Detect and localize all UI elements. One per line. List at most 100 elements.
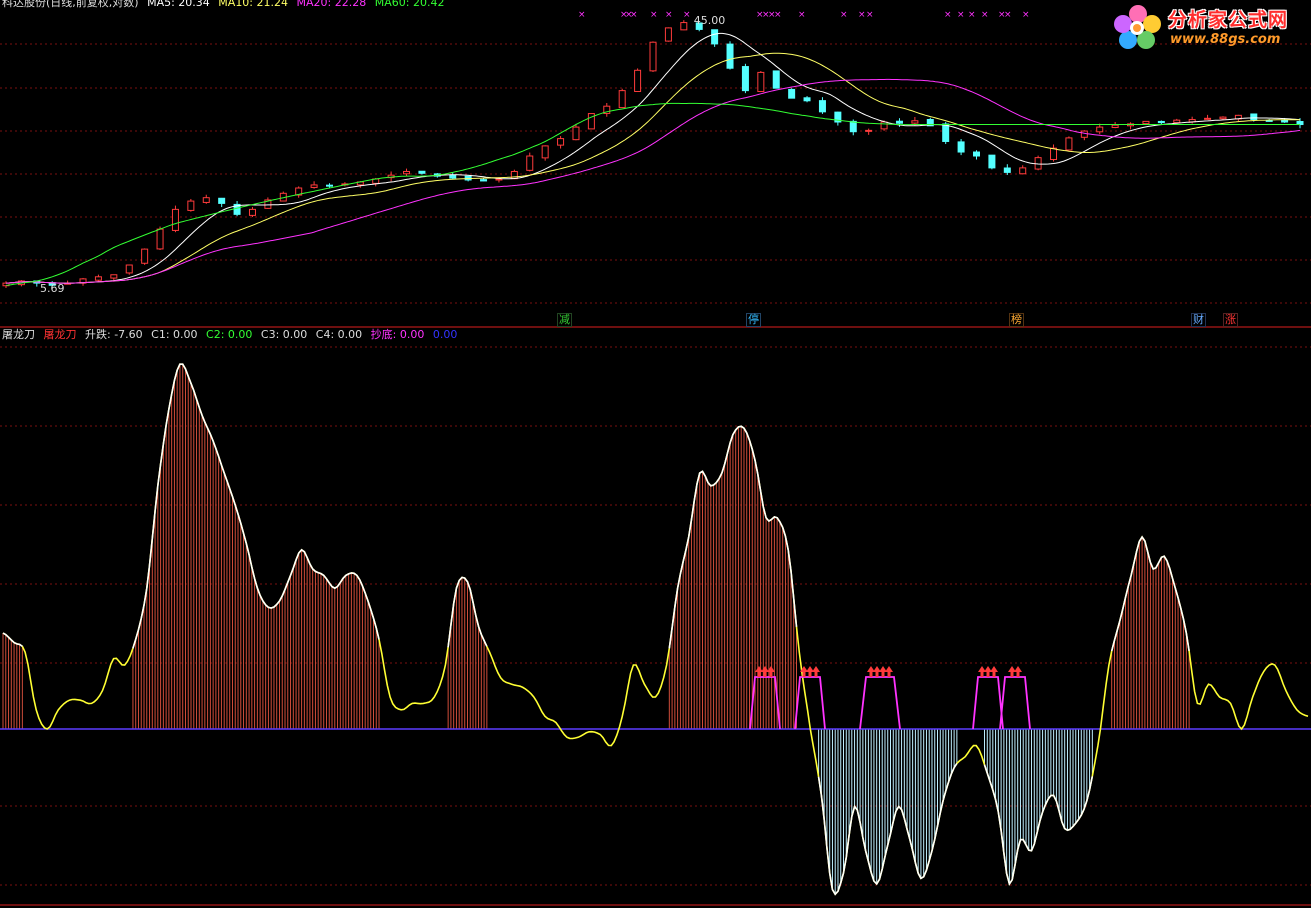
x-marker: ×: [650, 10, 658, 20]
value-c2: C2: 0.00: [206, 328, 253, 341]
value-c4: C4: 0.00: [315, 328, 363, 341]
x-marker: ×: [981, 10, 989, 20]
candle-body: [1050, 147, 1058, 161]
candle-body: [634, 69, 642, 92]
ma5-label: MA5: 20.34: [147, 0, 210, 9]
osc-line-white: [2, 363, 1190, 896]
candle-body: [1096, 126, 1104, 133]
candle-body: [141, 248, 149, 264]
candle-body: [1173, 119, 1181, 124]
event-marker-reduce[interactable]: 减: [557, 313, 572, 327]
candle-body: [1142, 120, 1150, 125]
low-price-label: 5.69: [40, 282, 65, 295]
buy-signal-frame: [859, 676, 901, 730]
event-marker-suspend[interactable]: 停: [746, 313, 761, 327]
candles-group: [2, 20, 1304, 288]
event-marker-limit-up[interactable]: 涨: [1223, 313, 1238, 327]
top-x-markers: × ××× × × × ×××× × × × × × × × × ×× ×: [578, 10, 1030, 20]
x-marker: ×: [630, 10, 638, 20]
x-marker: ×: [798, 10, 806, 20]
candle-body: [711, 29, 719, 45]
candle-body: [480, 179, 488, 182]
buy-arrow-stem: [887, 672, 891, 677]
candle-body: [865, 129, 873, 132]
buy-arrow-stem: [980, 672, 984, 677]
candle-body: [449, 174, 457, 179]
oscillator-panel-header: 屠龙刀 屠龙刀 升跌: -7.60 C1: 0.00 C2: 0.00 C3: …: [2, 329, 462, 341]
candle-body: [94, 276, 102, 281]
oscillator-bars: [2, 364, 1190, 895]
x-marker: ×: [578, 10, 586, 20]
buy-arrow-icon: [812, 666, 820, 672]
x-marker: ×: [774, 10, 782, 20]
stock-label: 科达股份(日线,前复权,对数): [2, 0, 139, 9]
value-bottom-fishing: 抄底: 0.00: [370, 328, 425, 341]
candle-body: [403, 170, 411, 175]
high-price-label: 45.00: [694, 14, 726, 27]
buy-arrow-stem: [808, 672, 812, 677]
watermark-url: www.88gs.com: [1170, 32, 1281, 47]
candle-body: [911, 120, 919, 124]
candle-body: [988, 154, 996, 169]
ma60-label: MA60: 20.42: [374, 0, 445, 9]
candle-body: [942, 123, 950, 142]
buy-signal: [749, 666, 781, 730]
buy-arrow-stem: [986, 672, 990, 677]
candle-body: [1019, 167, 1027, 175]
watermark-site-name: 分析家公式网: [1168, 9, 1289, 31]
candle-body: [125, 264, 133, 274]
buy-arrow-stem: [881, 672, 885, 677]
buy-signal-frame: [794, 676, 826, 730]
buy-signal-frame: [749, 676, 781, 730]
candle-body: [772, 70, 780, 89]
candle-body: [1080, 130, 1088, 138]
value-rise-fall: 升跌: -7.60: [85, 328, 143, 341]
candle-body: [171, 208, 179, 231]
value-c1: C1: 0.00: [151, 328, 198, 341]
x-marker: ×: [840, 10, 848, 20]
buy-signal: [972, 666, 1004, 730]
candle-body: [741, 66, 749, 92]
candle-body: [418, 170, 426, 174]
buy-arrow-icon: [767, 666, 775, 672]
buy-signals: [749, 666, 1031, 730]
buy-arrow-stem: [769, 672, 773, 677]
indicator-name: 屠龙刀: [2, 328, 35, 341]
buy-signal-frame: [999, 676, 1031, 730]
candle-body: [788, 88, 796, 99]
candle-body: [680, 22, 688, 31]
event-marker-finance[interactable]: 财: [1191, 313, 1206, 327]
buy-arrow-icon: [990, 666, 998, 672]
candle-body: [202, 197, 210, 203]
chart-stage: × × × × × × × × × × × × × × × × × × × × × × 45.00 5.69: [0, 0, 1311, 908]
buy-signal-frame: [972, 676, 1004, 730]
buy-arrow-stem: [757, 672, 761, 677]
candle-body: [818, 100, 826, 113]
candle-body: [510, 170, 518, 180]
buy-signal: [999, 666, 1031, 730]
candle-body: [187, 200, 195, 211]
candle-body: [156, 228, 164, 250]
buy-arrow-stem: [763, 672, 767, 677]
candle-body: [1204, 117, 1212, 120]
x-marker: ×: [665, 10, 673, 20]
site-watermark: 分析家公式网 www.88gs.com: [1112, 2, 1310, 52]
candle-body: [803, 97, 811, 102]
candle-body: [880, 121, 888, 130]
flower-logo-icon: [1114, 5, 1161, 49]
candle-body: [726, 43, 734, 69]
buy-signal: [794, 666, 826, 730]
osc-line-white-segment: [132, 363, 380, 649]
event-marker-list[interactable]: 榜: [1009, 313, 1024, 327]
candle-body: [557, 138, 565, 146]
buy-arrow-stem: [992, 672, 996, 677]
x-marker: ×: [866, 10, 874, 20]
ma10-label: MA10: 21.24: [218, 0, 289, 9]
candle-body: [1003, 167, 1011, 173]
x-marker: ×: [858, 10, 866, 20]
buy-arrow-stem: [802, 672, 806, 677]
candle-body: [218, 197, 226, 204]
buy-arrow-stem: [875, 672, 879, 677]
candle-body: [649, 41, 657, 72]
buy-arrow-stem: [869, 672, 873, 677]
